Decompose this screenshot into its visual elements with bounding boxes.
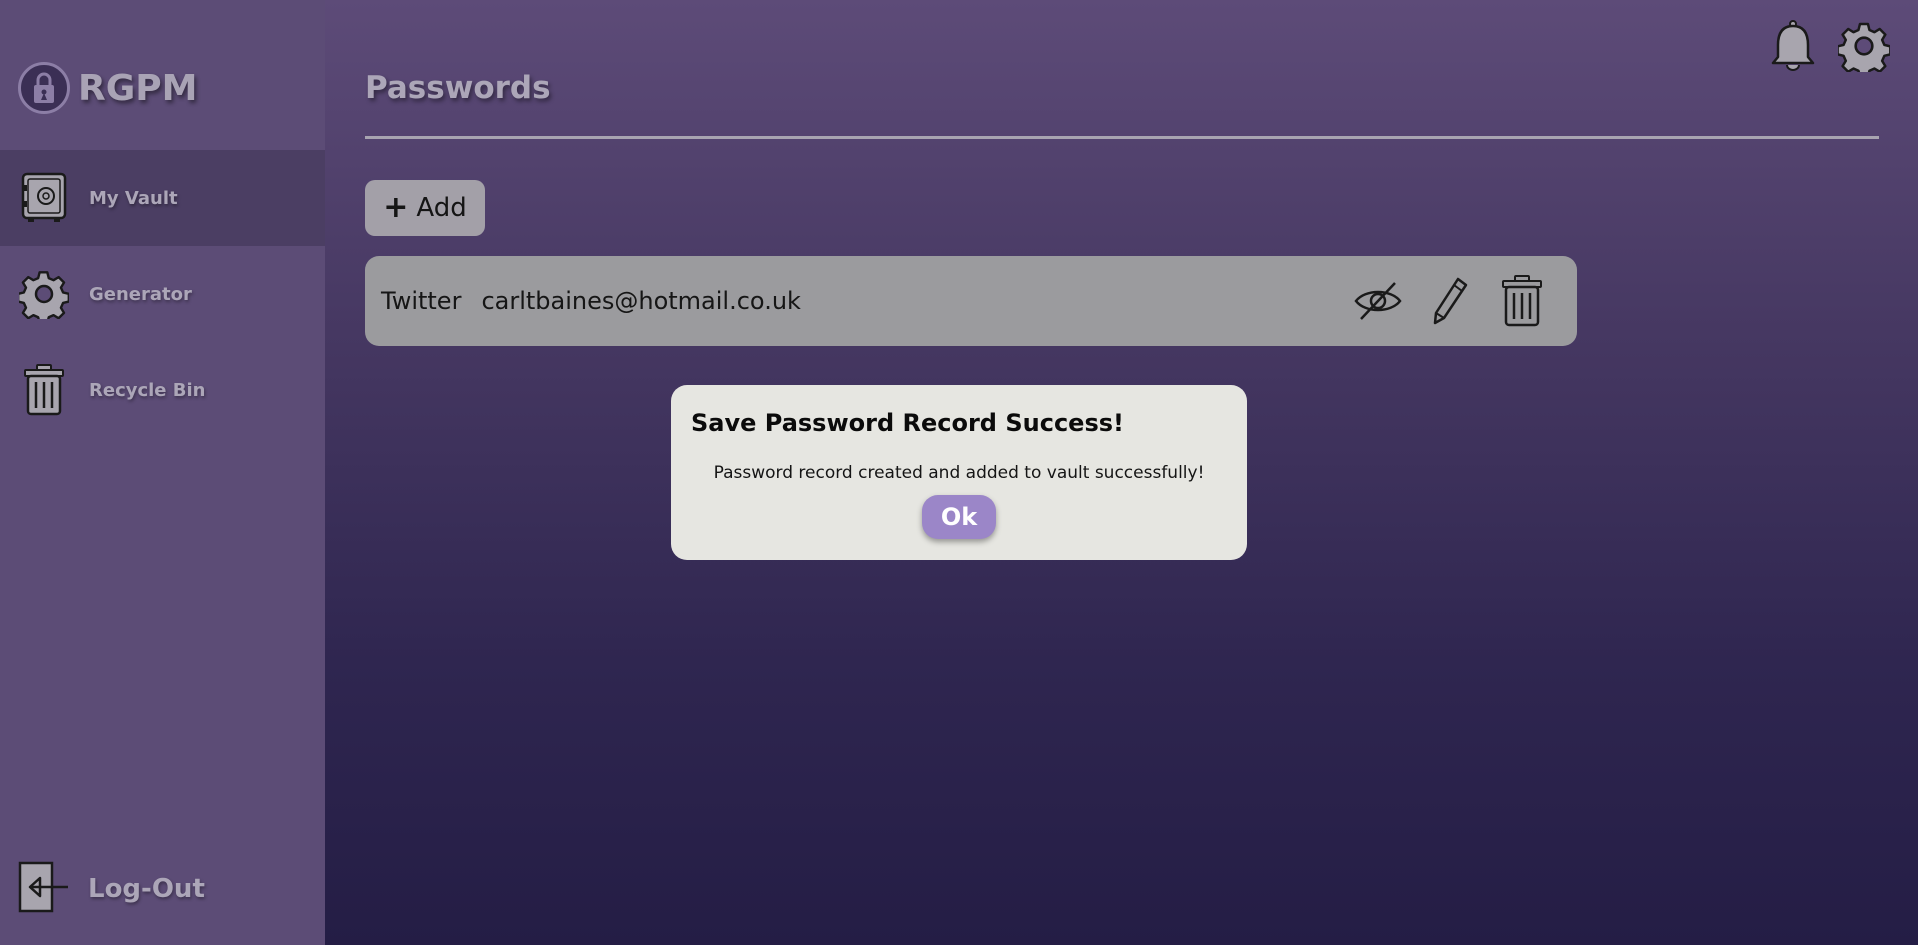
eye-slash-icon[interactable] xyxy=(1353,270,1403,332)
record-username: carltbaines@hotmail.co.uk xyxy=(481,287,801,315)
gear-icon xyxy=(18,264,70,324)
pencil-icon[interactable] xyxy=(1425,270,1475,332)
ok-button[interactable]: Ok xyxy=(922,495,996,539)
sidebar-item-my-vault[interactable]: My Vault xyxy=(0,150,325,246)
page-title: Passwords xyxy=(365,70,551,106)
sidebar-item-label: Generator xyxy=(89,283,192,305)
sidebar-item-recycle-bin[interactable]: Recycle Bin xyxy=(0,342,325,438)
sidebar-item-label: Recycle Bin xyxy=(89,379,206,401)
record-site: Twitter xyxy=(381,287,462,315)
brand-name: RGPM xyxy=(78,67,198,109)
trash-icon xyxy=(18,360,70,420)
sidebar-item-generator[interactable]: Generator xyxy=(0,246,325,342)
sidebar: RGPM My Vault Generator Recycle Bin Log-… xyxy=(0,0,325,945)
add-button[interactable]: + Add xyxy=(365,180,485,236)
settings-gear-icon[interactable] xyxy=(1836,18,1892,74)
title-divider xyxy=(365,136,1879,139)
bell-icon[interactable] xyxy=(1765,18,1821,74)
safe-icon xyxy=(18,168,70,228)
logout-icon xyxy=(18,861,68,917)
padlock-icon xyxy=(18,62,70,114)
logout-label: Log-Out xyxy=(88,874,205,904)
add-label: Add xyxy=(416,193,467,223)
sidebar-item-label: My Vault xyxy=(89,187,178,209)
plus-icon: + xyxy=(383,190,409,225)
trash-icon[interactable] xyxy=(1497,270,1547,332)
password-record-row: Twitter carltbaines@hotmail.co.uk xyxy=(365,256,1577,346)
brand: RGPM xyxy=(18,62,197,114)
success-dialog: Save Password Record Success! Password r… xyxy=(671,385,1247,560)
logout-button[interactable]: Log-Out xyxy=(18,860,205,918)
row-actions xyxy=(1353,270,1547,332)
dialog-title: Save Password Record Success! xyxy=(691,409,1124,437)
dialog-message: Password record created and added to vau… xyxy=(713,463,1205,483)
